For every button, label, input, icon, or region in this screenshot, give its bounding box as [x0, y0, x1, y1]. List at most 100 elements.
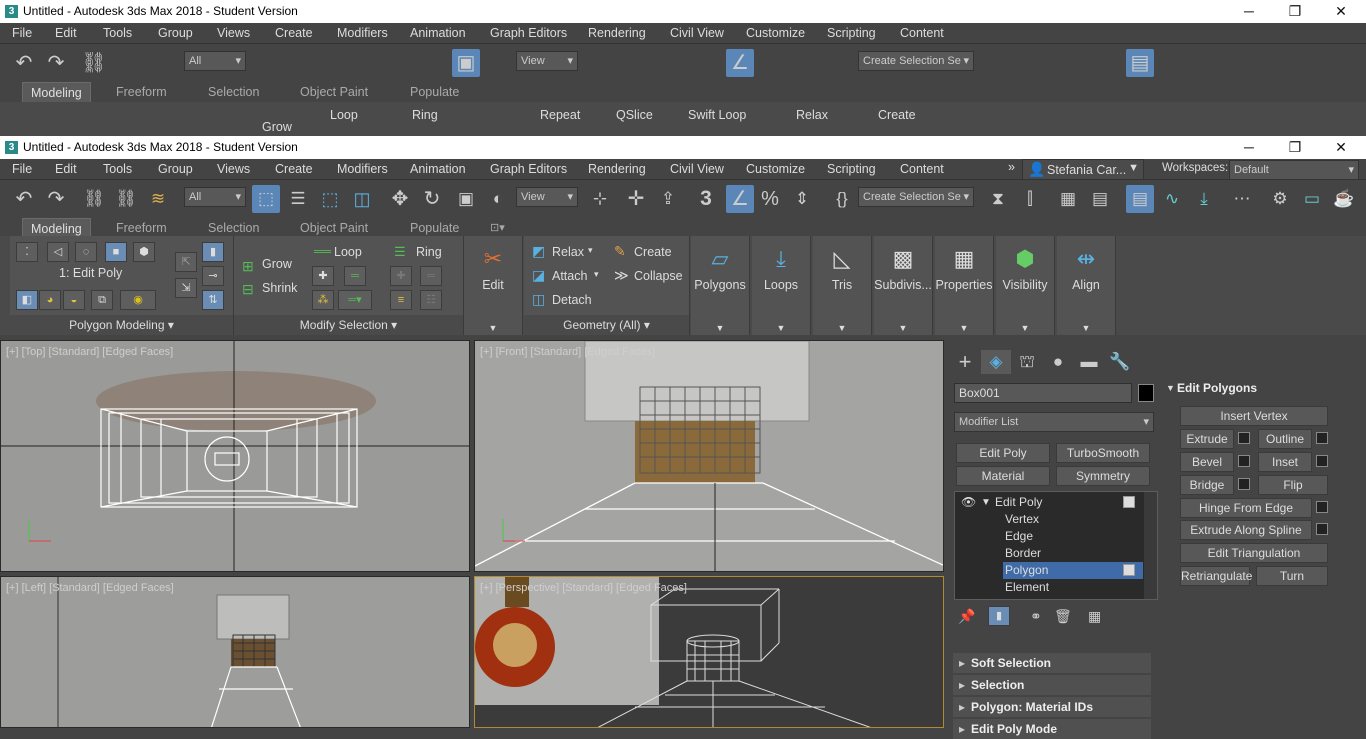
back-selection-set-dropdown[interactable]: Create Selection Se	[858, 51, 974, 71]
element-mode-icon[interactable]: ⬢	[133, 242, 155, 262]
pin-stack-icon[interactable]: ⇅	[202, 290, 224, 310]
pivot-icon[interactable]: ⊹	[586, 185, 614, 213]
viewport-perspective[interactable]: [+] [Perspective] [Standard] [Edged Face…	[474, 576, 944, 728]
edit-triangulation-button[interactable]: Edit Triangulation	[1180, 543, 1328, 563]
tab-modeling[interactable]: Modeling	[22, 218, 91, 238]
spinner-snap-icon[interactable]: ⇕	[788, 185, 816, 213]
scale-icon[interactable]: ▣	[452, 185, 480, 213]
make-unique-icon[interactable]: ⚭	[1030, 608, 1042, 625]
stack-item-edge[interactable]: Edge	[1005, 528, 1033, 545]
bridge-button[interactable]: Bridge	[1180, 475, 1234, 495]
menu-edit[interactable]: Edit	[55, 162, 77, 176]
edit-button[interactable]: ✂ Edit ▼	[464, 236, 523, 335]
viewport-top[interactable]: [+] [Top] [Standard] [Edged Faces]	[0, 340, 470, 572]
menu-scripting[interactable]: Scripting	[827, 162, 876, 176]
viewport-left[interactable]: [+] [Left] [Standard] [Edged Faces]	[0, 576, 470, 728]
selection-filter-dropdown[interactable]: All	[184, 187, 246, 207]
rollout-material-ids[interactable]: Polygon: Material IDs	[953, 697, 1151, 717]
align-button[interactable]: ⇹ Align ▼	[1057, 236, 1116, 335]
render-setup-icon[interactable]: ⚙	[1266, 185, 1294, 213]
undo-icon[interactable]: ↶	[10, 49, 38, 77]
ignore-backfacing-icon[interactable]: ⊸	[202, 266, 224, 286]
move-icon[interactable]: ✥	[386, 185, 414, 213]
render-production-icon[interactable]: ☕	[1330, 185, 1358, 213]
back-swift-loop-label[interactable]: Swift Loop	[688, 108, 746, 122]
material-editor-icon[interactable]: ⋯	[1228, 185, 1256, 213]
symmetry-modifier-button[interactable]: Symmetry	[1056, 466, 1150, 486]
back-grow-label[interactable]: Grow	[262, 120, 292, 134]
back-menu-civil-view[interactable]: Civil View	[670, 26, 724, 40]
back-menu-customize[interactable]: Customize	[746, 26, 805, 40]
toggle-ribbon-icon[interactable]: ▤	[1126, 185, 1154, 213]
viewport-perspective-label[interactable]: [+] [Perspective] [Standard] [Edged Face…	[480, 582, 687, 594]
configure-sets-icon[interactable]: ▦	[1088, 608, 1101, 625]
border-mode-icon[interactable]: ◌	[75, 242, 97, 262]
generate-topology-icon[interactable]: ⇱	[175, 252, 197, 272]
stack-toggle-icon[interactable]	[1123, 564, 1135, 576]
extrude-settings-icon[interactable]	[1238, 432, 1250, 444]
stack-item-polygon[interactable]: Polygon	[1003, 562, 1143, 579]
menu-animation[interactable]: Animation	[410, 162, 466, 176]
percent-snap-icon[interactable]: %	[756, 185, 784, 213]
show-end-result-icon[interactable]: ▮	[988, 606, 1010, 626]
polygon-mode-icon[interactable]: ■	[105, 242, 127, 262]
snaps-toggle-icon[interactable]: 3	[692, 185, 720, 213]
use-soft-selection-icon[interactable]: ▮	[202, 242, 224, 262]
ring-button[interactable]: Ring	[416, 245, 442, 259]
close-button[interactable]: ✕	[1318, 137, 1364, 157]
menu-modifiers[interactable]: Modifiers	[337, 162, 388, 176]
select-and-link-icon[interactable]: ⛓	[80, 185, 108, 213]
back-menu-animation[interactable]: Animation	[410, 26, 466, 40]
menu-customize[interactable]: Customize	[746, 162, 805, 176]
attach-dropdown-icon[interactable]: ▾	[594, 269, 599, 280]
workspace-dropdown[interactable]: Default	[1229, 160, 1359, 180]
back-menu-rendering[interactable]: Rendering	[588, 26, 646, 40]
relax-button[interactable]: Relax	[552, 245, 584, 259]
dotloop-dropdown[interactable]: ═▾	[338, 290, 372, 310]
stack-down-icon[interactable]: ⇲	[175, 278, 197, 298]
hinge-settings-icon[interactable]	[1316, 501, 1328, 513]
object-name-field[interactable]: Box001	[954, 383, 1132, 403]
back-repeat-label[interactable]: Repeat	[540, 108, 580, 122]
layer-explorer-icon[interactable]: ▤	[1086, 185, 1114, 213]
show-cage-icon[interactable]: ◕	[39, 290, 61, 310]
viewport-left-label[interactable]: [+] [Left] [Standard] [Edged Faces]	[6, 582, 174, 594]
named-selection-set-dropdown[interactable]: Create Selection Se	[858, 187, 974, 207]
stack-scrollbar[interactable]	[1144, 492, 1157, 599]
back-menu-file[interactable]: File	[12, 26, 32, 40]
loop-button[interactable]: Loop	[334, 245, 362, 259]
outline-settings-icon[interactable]	[1316, 432, 1328, 444]
tab-selection[interactable]: Selection	[200, 218, 267, 238]
back-view-dropdown[interactable]: View	[516, 51, 578, 71]
redo-icon[interactable]: ↷	[42, 185, 70, 213]
back-menu-views[interactable]: Views	[217, 26, 250, 40]
modifier-mode-icon[interactable]: ◧	[16, 290, 38, 310]
bind-space-warp-icon[interactable]: ≋	[144, 185, 172, 213]
restore-button[interactable]: ❐	[1272, 137, 1318, 157]
modifier-list-dropdown[interactable]: Modifier List	[954, 412, 1154, 432]
stack-item-edit-poly[interactable]: 👁 ▼ Edit Poly	[955, 494, 1143, 511]
rotate-icon[interactable]: ↻	[418, 185, 446, 213]
back-menu-group[interactable]: Group	[158, 26, 193, 40]
loops-button[interactable]: ⤓ Loops ▼	[752, 236, 811, 335]
inset-button[interactable]: Inset	[1258, 452, 1312, 472]
window-crossing-icon[interactable]: ◫	[348, 185, 376, 213]
back-menu-graph-editors[interactable]: Graph Editors	[490, 26, 567, 40]
undo-icon[interactable]: ↶	[10, 185, 38, 213]
stack-item-vertex[interactable]: Vertex	[1005, 511, 1039, 528]
extrude-along-spline-button[interactable]: Extrude Along Spline	[1180, 520, 1312, 540]
extrude-button[interactable]: Extrude	[1180, 429, 1234, 449]
create-button[interactable]: Create	[634, 245, 672, 259]
bevel-settings-icon[interactable]	[1238, 455, 1250, 467]
flip-button[interactable]: Flip	[1258, 475, 1328, 495]
edit-named-selection-icon[interactable]: {}	[828, 185, 856, 213]
align-icon[interactable]: ⫿	[1016, 185, 1044, 213]
back-menu-create[interactable]: Create	[275, 26, 313, 40]
modify-tab-icon[interactable]: ◈	[981, 350, 1011, 374]
retriangulate-button[interactable]: Retriangulate	[1180, 566, 1252, 586]
geometry-all-footer[interactable]: Geometry (All) ▾	[524, 315, 689, 335]
material-modifier-button[interactable]: Material	[956, 466, 1050, 486]
grow-loop-icon[interactable]: ✚	[312, 266, 334, 286]
relax-dropdown-icon[interactable]: ▾	[588, 245, 593, 256]
shrink-ring-icon[interactable]: ═	[420, 266, 442, 286]
